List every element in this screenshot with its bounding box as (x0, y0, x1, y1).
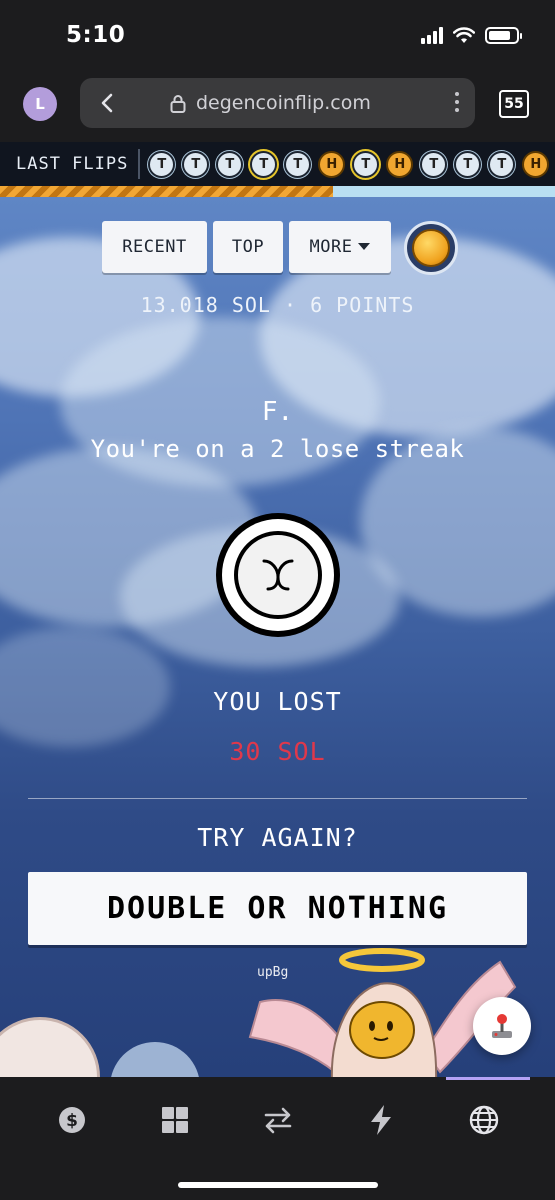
wallet-stats: 13.018 SOL · 6 POINTS (140, 293, 415, 317)
view-tabs: RECENT TOP MORE (102, 221, 391, 273)
game-area: RECENT TOP MORE 13.018 SOL · 6 POINTS F.… (0, 197, 555, 1077)
last-flips-divider (138, 149, 141, 179)
double-or-nothing-button[interactable]: DOUBLE OR NOTHING (28, 872, 527, 945)
flip-chip-heads: H (318, 150, 346, 178)
flip-chip-tails: T (352, 150, 380, 178)
tab-recent[interactable]: RECENT (102, 221, 207, 273)
cellular-signal-icon (421, 26, 443, 44)
grid-icon (161, 1107, 188, 1133)
flip-chip-tails: T (148, 150, 176, 178)
gold-coin-icon (412, 229, 450, 267)
result-title: F. (261, 397, 294, 427)
wallet-coin-button[interactable] (404, 221, 458, 275)
tab-top[interactable]: TOP (213, 221, 283, 273)
tab-more-dropdown[interactable]: MORE (289, 221, 391, 273)
flip-chip-tails: T (454, 150, 482, 178)
last-flips-list: TTTTTHTHTTTH (148, 150, 550, 178)
flip-chip-heads: H (522, 150, 550, 178)
tails-coin (216, 513, 340, 637)
flip-chip-tails: T (250, 150, 278, 178)
tails-symbol-icon (262, 559, 294, 591)
tab-top-label: TOP (231, 237, 265, 257)
nav-grid[interactable] (153, 1098, 197, 1142)
flip-chip-tails: T (216, 150, 244, 178)
status-time: 5:10 (66, 22, 126, 48)
streak-message: You're on a 2 lose streak (90, 435, 465, 463)
lightning-icon (370, 1105, 391, 1135)
flip-chip-tails: T (284, 150, 312, 178)
url-display[interactable]: degencoinflip.com (170, 92, 371, 114)
chevron-left-icon (101, 93, 113, 113)
flip-chip-tails: T (420, 150, 448, 178)
last-flips-bar: LAST FLIPS TTTTTHTHTTTH (0, 142, 555, 186)
nav-dollar[interactable]: $ (50, 1098, 94, 1142)
tab-recent-label: RECENT (122, 237, 187, 257)
status-bar: 5:10 (0, 0, 555, 70)
flip-chip-heads: H (386, 150, 414, 178)
tab-switcher-button[interactable]: 55 (499, 90, 529, 118)
nav-swap[interactable] (256, 1098, 300, 1142)
swap-icon (264, 1107, 291, 1134)
globe-icon (469, 1105, 498, 1135)
try-again-prompt: TRY AGAIN? (197, 823, 358, 852)
svg-text:$: $ (66, 1111, 78, 1131)
dollar-icon: $ (58, 1107, 85, 1133)
last-flips-label: LAST FLIPS (16, 154, 129, 174)
back-button[interactable] (80, 78, 134, 128)
address-bar[interactable]: degencoinflip.com (80, 78, 475, 128)
partial-coin-decoration (0, 1017, 100, 1077)
browser-toolbar: L degencoinflip.com 55 (0, 70, 555, 142)
caret-down-icon (358, 242, 371, 250)
joystick-icon (492, 1014, 512, 1038)
battery-icon (485, 26, 522, 44)
nav-active-indicator (446, 1077, 530, 1080)
status-icons (421, 26, 522, 44)
nav-lightning[interactable] (359, 1098, 403, 1142)
flip-chip-tails: T (488, 150, 516, 178)
browser-menu-icon[interactable] (455, 92, 459, 112)
wifi-icon (453, 26, 475, 43)
tab-more-label: MORE (309, 237, 353, 257)
home-indicator (178, 1182, 378, 1188)
gamepad-button[interactable] (473, 997, 531, 1055)
flip-progress-fill (0, 186, 333, 197)
partial-coin-decoration (110, 1042, 200, 1077)
url-text: degencoinflip.com (196, 92, 371, 114)
nav-globe[interactable] (462, 1098, 506, 1142)
flip-progress-bar (0, 186, 555, 197)
flip-chip-tails: T (182, 150, 210, 178)
lock-icon (170, 94, 186, 113)
loss-amount: 30 SOL (229, 737, 326, 766)
profile-avatar[interactable]: L (23, 87, 57, 121)
result-label: YOU LOST (213, 687, 342, 716)
section-divider (28, 798, 527, 799)
